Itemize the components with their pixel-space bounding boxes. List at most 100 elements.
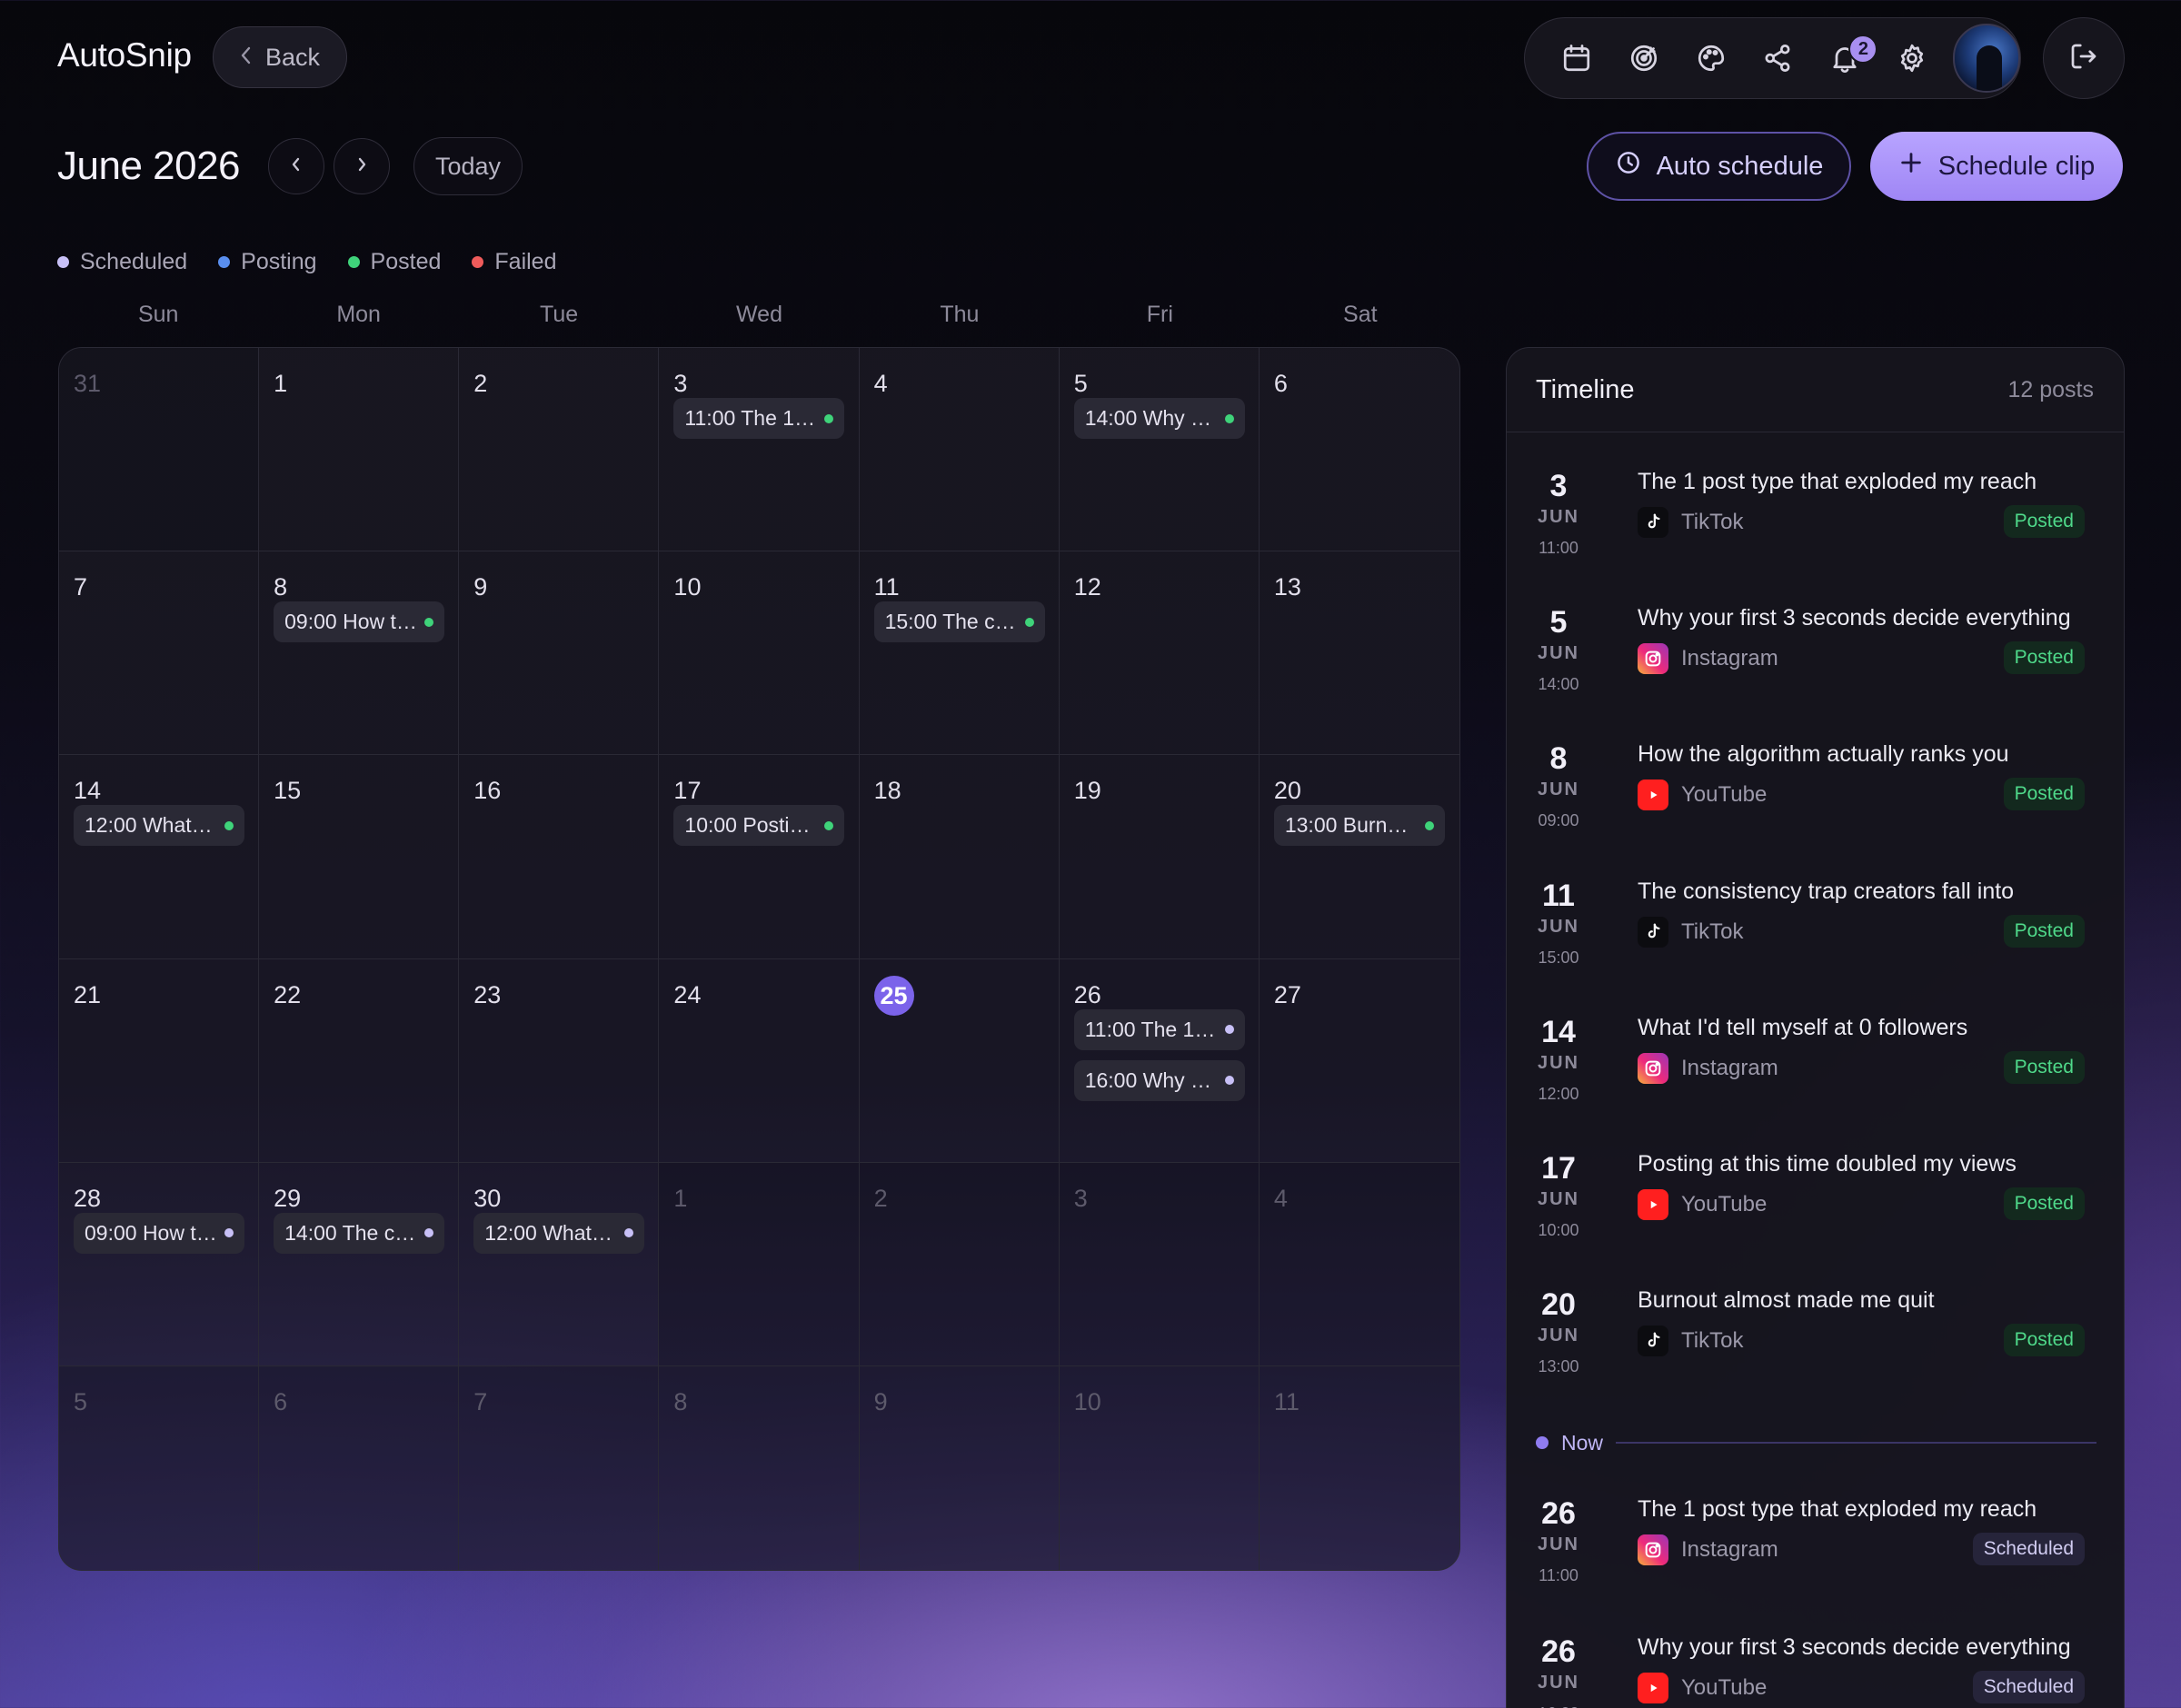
prev-month-button[interactable] (268, 138, 324, 194)
timeline-item[interactable]: 5 JUN 14:00 Why your first 3 seconds decide… (1507, 603, 2124, 721)
calendar-day-cell[interactable]: 10 (1059, 1365, 1260, 1570)
status-badge: Posted (2003, 1050, 2085, 1084)
calendar-day-cell[interactable]: 15 (259, 755, 460, 959)
calendar-day-cell[interactable]: 3 11:00 The 1 post type that exploded my … (659, 348, 860, 552)
calendar-day-cell[interactable]: 6 (259, 1365, 460, 1570)
calendar-day-cell[interactable]: 25 (859, 958, 1060, 1163)
next-month-button[interactable] (334, 138, 390, 194)
event-chip-label: 14:00 The consistency trap creators fall… (284, 1220, 418, 1245)
today-button[interactable]: Today (413, 137, 523, 195)
timeline-item[interactable]: 26 JUN 16:00 Why your first 3 seconds decid… (1507, 1633, 2124, 1708)
event-chip[interactable]: 11:00 The 1 post type that exploded my r… (1073, 1008, 1245, 1050)
day-number: 17 (673, 777, 702, 805)
calendar-day-cell[interactable]: 14 12:00 What I'd tell myself at 0 follow… (59, 755, 260, 959)
month-title: June 2026 (57, 144, 241, 188)
event-chip-label: 09:00 How the algorithm actually ranks y… (85, 1220, 217, 1245)
calendar-day-cell[interactable]: 1 (659, 1162, 860, 1366)
calendar-day-cell[interactable]: 27 (1259, 959, 1459, 1163)
gear-icon[interactable] (1878, 24, 1946, 93)
calendar-day-cell[interactable]: 11 (1259, 1365, 1459, 1570)
event-chip[interactable]: 14:00 Why your first 3 seconds decide ev… (1073, 398, 1245, 439)
calendar-day-cell[interactable]: 20 13:00 Burnout almost made me quit (1259, 755, 1459, 959)
calendar-icon[interactable] (1543, 24, 1610, 93)
timeline-item[interactable]: 8 JUN 09:00 How the algorithm actually rank… (1507, 740, 2124, 858)
event-status-dot (224, 820, 234, 830)
schedule-clip-button[interactable]: Schedule clip (1870, 132, 2123, 201)
day-number: 5 (74, 1387, 88, 1415)
event-chip[interactable]: 12:00 What I'd tell myself at 0 follower… (74, 805, 244, 847)
calendar-day-cell[interactable]: 13 (1259, 551, 1459, 756)
timeline-item[interactable]: 17 JUN 10:00 Posting at this time doubled m… (1507, 1149, 2124, 1267)
calendar-day-cell[interactable]: 7 (459, 1365, 660, 1570)
target-icon[interactable] (1610, 24, 1678, 93)
platform-name: YouTube (1681, 1192, 1768, 1216)
event-status-dot (424, 1228, 434, 1238)
status-badge: Scheduled (1972, 1671, 2085, 1703)
now-label: Now (1561, 1430, 1604, 1455)
timeline-time: 11:00 (1539, 539, 1578, 557)
calendar-day-cell[interactable]: 24 (659, 958, 860, 1163)
timeline-item[interactable]: 3 JUN 11:00 The 1 post type that exploded m… (1507, 467, 2124, 585)
calendar-day-cell[interactable]: 17 10:00 Posting at this time doubled my … (659, 755, 860, 959)
event-chip[interactable]: 09:00 How the algorithm actually ranks y… (74, 1212, 244, 1254)
calendar-day-cell[interactable]: 1 (259, 348, 460, 552)
day-number: 6 (274, 1387, 288, 1415)
timeline-post-title: What I'd tell myself at 0 followers (1638, 1014, 1968, 1040)
event-chip[interactable]: 16:00 Why your first 3 seconds decide ev… (1073, 1059, 1245, 1101)
calendar-day-cell[interactable]: 19 (1059, 755, 1260, 959)
calendar-day-cell[interactable]: 9 (459, 551, 660, 756)
calendar-day-cell[interactable]: 2 (859, 1162, 1060, 1366)
calendar-day-cell[interactable]: 31 (59, 348, 260, 552)
timeline-date-month: JUN (1537, 1189, 1579, 1209)
timeline-platform: Instagram (1638, 1052, 1778, 1084)
calendar-day-cell[interactable]: 8 (659, 1365, 860, 1570)
timeline-header: Timeline 12 posts (1507, 348, 2124, 432)
calendar-day-cell[interactable]: 23 (459, 958, 660, 1163)
timeline-item[interactable]: 11 JUN 15:00 The consistency trap creators … (1507, 877, 2124, 995)
palette-icon[interactable] (1678, 24, 1745, 93)
calendar-day-cell[interactable]: 9 (859, 1365, 1060, 1570)
event-chip[interactable]: 09:00 How the algorithm actually ranks y… (274, 601, 445, 643)
logout-button[interactable] (2043, 17, 2125, 99)
platform-name: TikTok (1681, 510, 1744, 534)
calendar-day-cell[interactable]: 11 15:00 The consistency trap creators fa… (859, 551, 1060, 756)
timeline-item[interactable]: 20 JUN 13:00 Burnout almost made me quit Tik… (1507, 1286, 2124, 1404)
event-chip-label: 11:00 The 1 post type that exploded my r… (1084, 1017, 1218, 1041)
calendar-day-cell[interactable]: 5 (59, 1365, 260, 1570)
calendar-day-cell[interactable]: 7 (59, 551, 260, 756)
event-chip[interactable]: 10:00 Posting at this time doubled my vi… (673, 805, 845, 847)
calendar-day-cell[interactable]: 2 (459, 348, 660, 552)
calendar-day-cell[interactable]: 29 14:00 The consistency trap creators fa… (259, 1162, 460, 1366)
event-chip[interactable]: 14:00 The consistency trap creators fall… (274, 1212, 445, 1254)
calendar-day-cell[interactable]: 30 12:00 What I'd tell myself at 0 follow… (459, 1162, 660, 1366)
calendar-day-cell[interactable]: 3 (1059, 1162, 1260, 1366)
calendar-day-cell[interactable]: 16 (459, 755, 660, 959)
calendar-day-cell[interactable]: 5 14:00 Why your first 3 seconds decide e… (1059, 348, 1260, 552)
calendar-day-cell[interactable]: 22 (259, 958, 460, 1163)
calendar-day-cell[interactable]: 6 (1259, 348, 1459, 552)
calendar-day-cell[interactable]: 12 (1059, 551, 1260, 756)
calendar-day-cell[interactable]: 4 (859, 348, 1060, 552)
calendar-day-cell[interactable]: 18 (859, 755, 1060, 959)
instagram-icon (1638, 643, 1668, 675)
timeline-item[interactable]: 14 JUN 12:00 What I'd tell myself at 0 foll… (1507, 1013, 2124, 1131)
event-chip[interactable]: 13:00 Burnout almost made me quit (1273, 805, 1445, 847)
share-icon[interactable] (1745, 24, 1812, 93)
auto-schedule-button[interactable]: Auto schedule (1587, 132, 1851, 201)
calendar-day-cell[interactable]: 21 (59, 958, 260, 1163)
event-chip-label: 12:00 What I'd tell myself at 0 follower… (85, 813, 217, 838)
calendar-day-cell[interactable]: 4 (1259, 1162, 1459, 1366)
event-chip[interactable]: 11:00 The 1 post type that exploded my r… (673, 398, 845, 439)
back-button[interactable]: Back (213, 26, 347, 88)
calendar-day-cell[interactable]: 28 09:00 How the algorithm actually ranks… (59, 1162, 260, 1366)
event-chip[interactable]: 15:00 The consistency trap creators fall… (873, 601, 1045, 643)
today-marker: 25 (873, 975, 914, 1016)
avatar[interactable] (1953, 24, 2021, 93)
calendar-day-cell[interactable]: 10 (659, 551, 860, 756)
bell-icon[interactable]: 2 (1811, 24, 1878, 93)
calendar-day-cell[interactable]: 26 11:00 The 1 post type that exploded my… (1059, 958, 1260, 1163)
now-dot (1536, 1436, 1549, 1449)
calendar-day-cell[interactable]: 8 09:00 How the algorithm actually ranks … (259, 551, 460, 756)
timeline-item[interactable]: 26 JUN 11:00 The 1 post type that exploded … (1507, 1494, 2124, 1613)
event-chip[interactable]: 12:00 What I'd tell myself at 0 follower… (473, 1212, 645, 1254)
